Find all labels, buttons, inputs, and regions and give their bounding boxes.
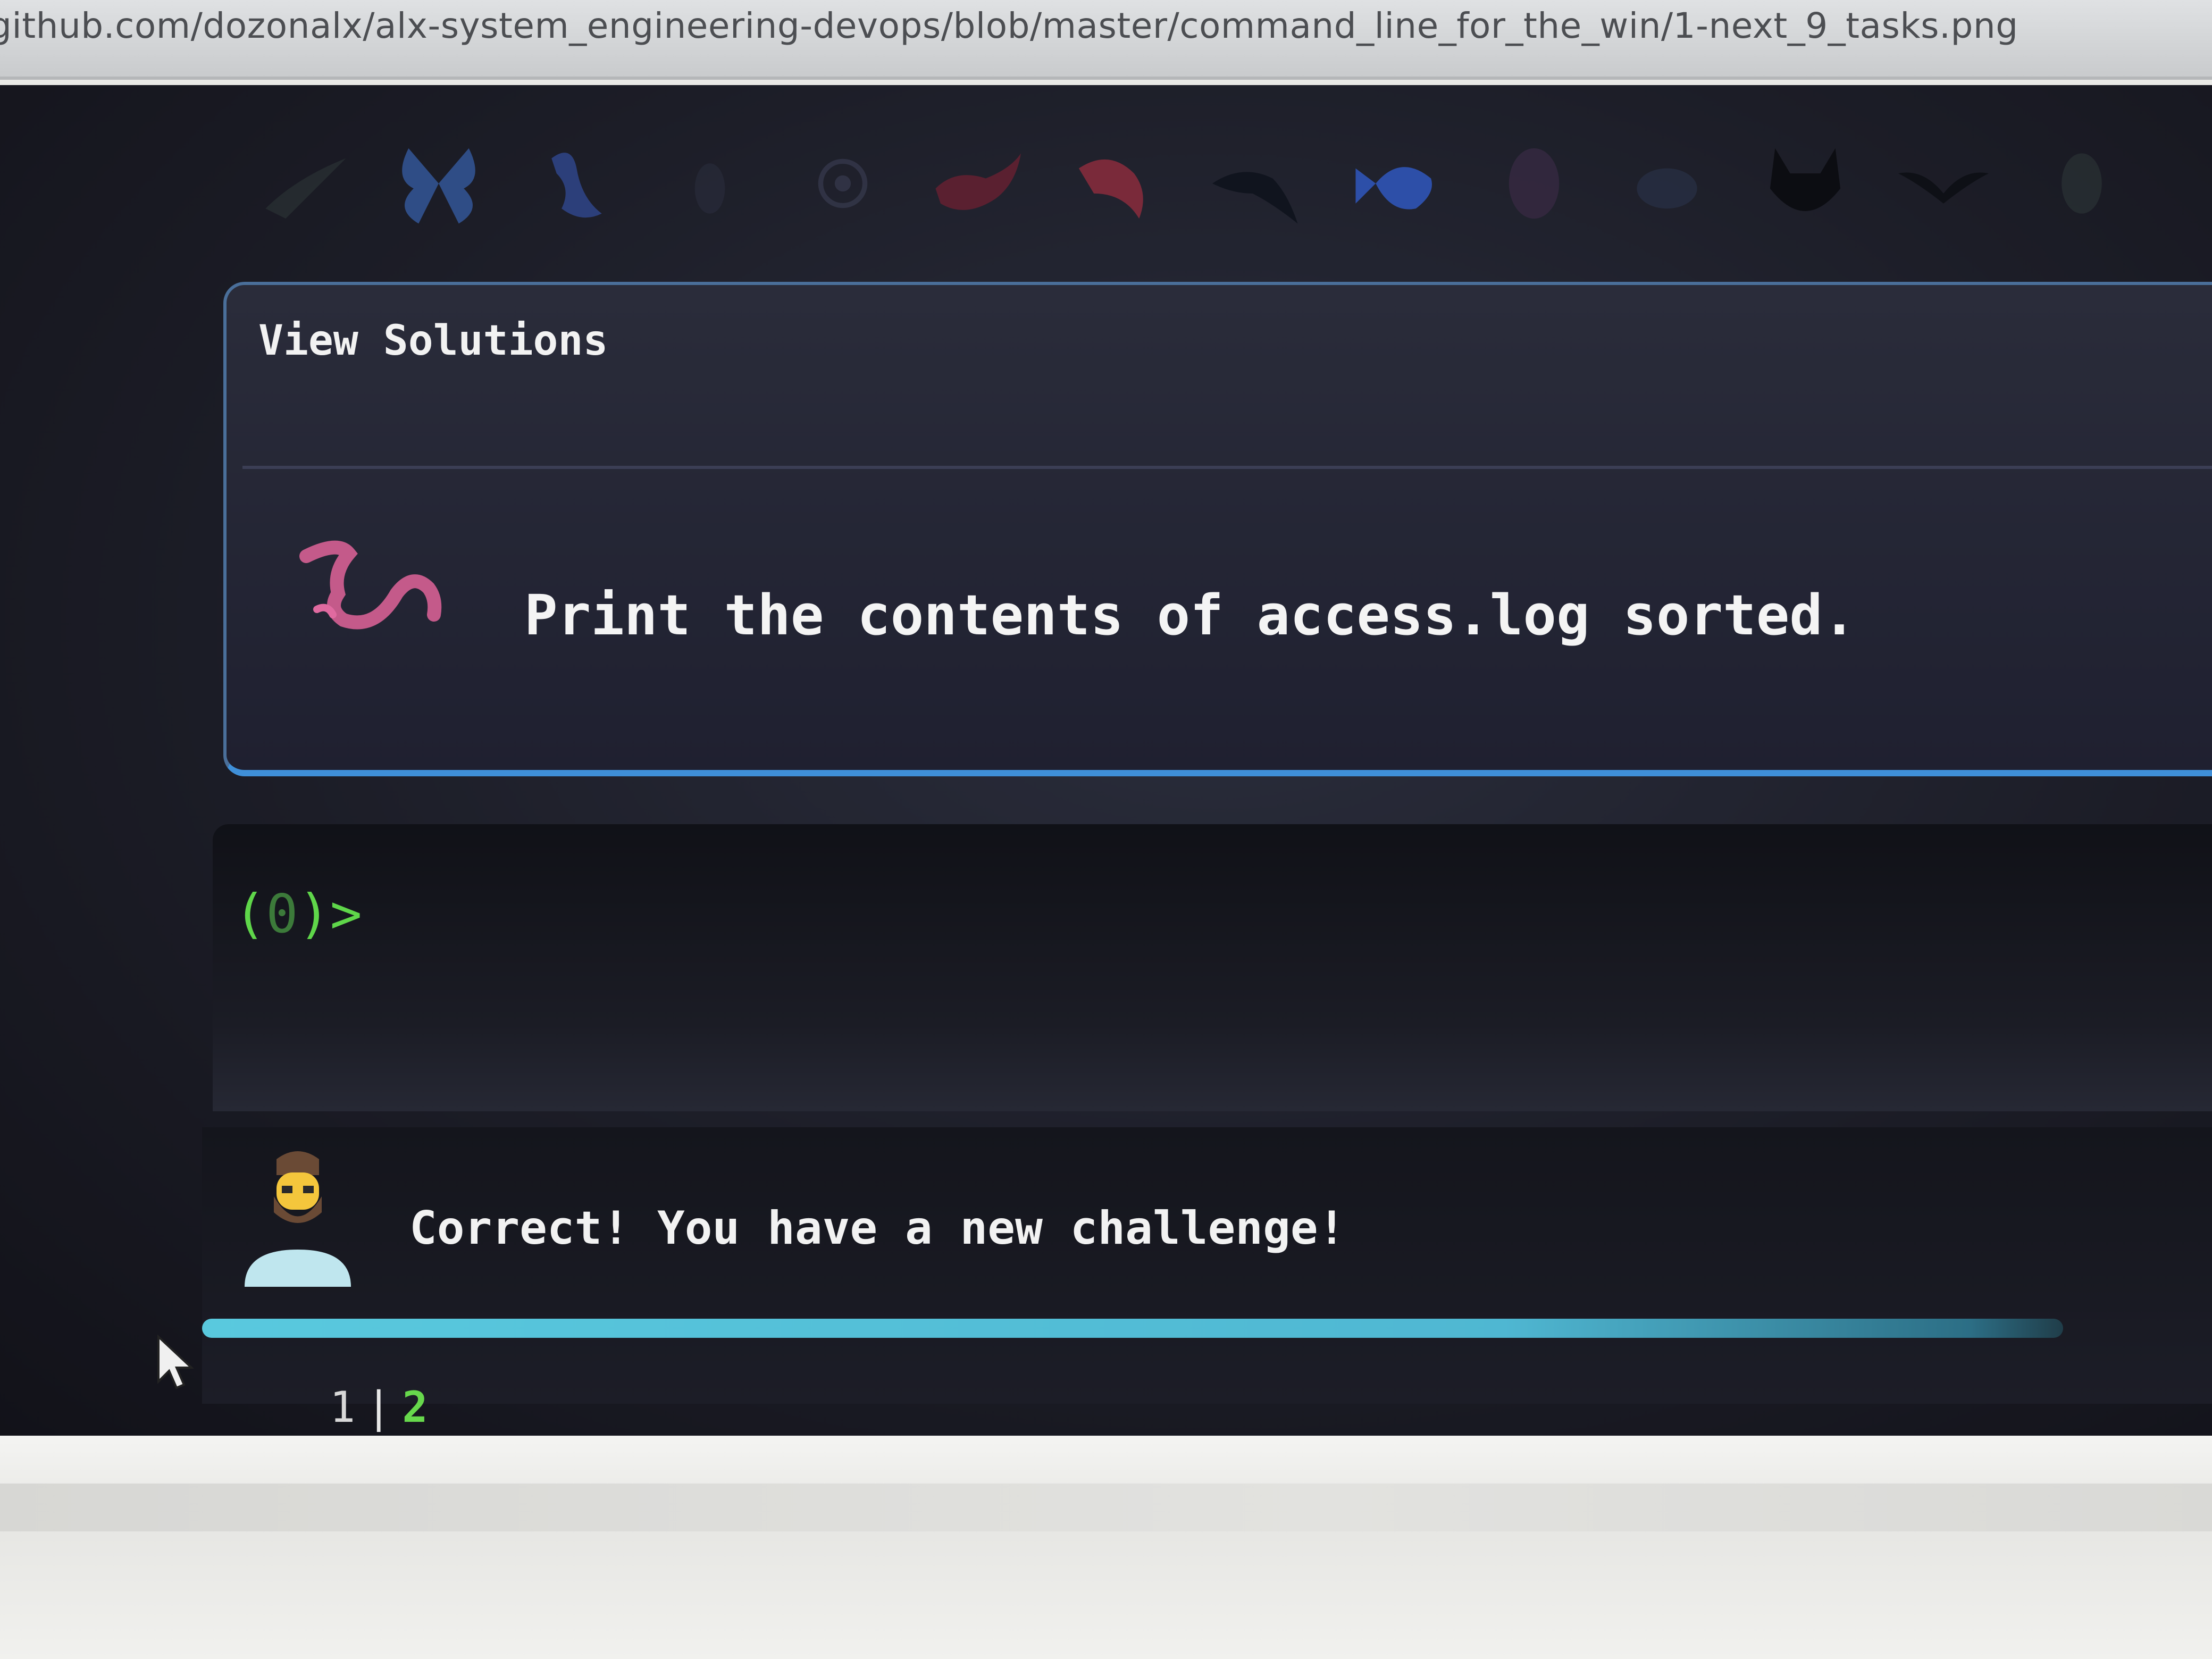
tropical-fish-icon <box>1355 167 1432 210</box>
terminal-app: View Solutions Print the contents of acc… <box>0 85 2212 1436</box>
level-icon-strip <box>255 117 2148 255</box>
pager-current[interactable]: 2 <box>402 1382 428 1432</box>
progress-bar <box>202 1319 2063 1338</box>
feedback-message: Correct! You have a new challenge! <box>409 1202 1346 1255</box>
challenge-pager: 1 | 2 <box>330 1382 428 1432</box>
raccoon-icon <box>1770 148 1841 211</box>
mouse-cursor-icon <box>157 1335 195 1389</box>
task-description: Print the contents of access.log sorted. <box>524 583 1856 648</box>
bat-icon <box>1898 172 1989 204</box>
whale-icon <box>935 153 1021 210</box>
feedback-area: Correct! You have a new challenge! 1 | 2 <box>202 1127 2212 1432</box>
task-divider <box>242 466 2212 469</box>
fish-icon <box>1078 159 1143 219</box>
jellyfish-icon <box>818 158 868 208</box>
bug-icon <box>694 163 725 214</box>
progress-fill <box>202 1319 2063 1338</box>
task-panel: View Solutions Print the contents of acc… <box>223 282 2212 776</box>
butterfly-icon <box>402 148 475 224</box>
bird-icon <box>265 158 346 219</box>
turtle-icon <box>2062 153 2102 214</box>
shell-prompt[interactable]: (0)> <box>234 883 362 945</box>
url-text[interactable]: github.com/dozonalx/alx-system_engineeri… <box>0 5 2018 46</box>
pager-previous[interactable]: 1 <box>330 1382 355 1432</box>
browser-address-bar[interactable]: github.com/dozonalx/alx-system_engineeri… <box>0 0 2212 80</box>
seahorse-icon <box>551 153 602 218</box>
shell-icon <box>1509 148 1560 219</box>
dolphin-icon <box>1212 172 1298 224</box>
page-below-screen <box>0 1436 2212 1659</box>
prompt-counter: 0 <box>266 883 298 945</box>
pager-separator: | <box>366 1382 392 1432</box>
crab-icon <box>1637 168 1697 209</box>
avatar-icon <box>245 1151 351 1287</box>
worm-icon <box>299 540 442 630</box>
terminal-input-area[interactable]: (0)> <box>213 824 2212 1111</box>
view-solutions-link[interactable]: View Solutions <box>258 317 608 365</box>
prompt-open: ( <box>234 883 266 945</box>
page-shade <box>0 1484 2212 1531</box>
prompt-close: )> <box>298 883 362 945</box>
